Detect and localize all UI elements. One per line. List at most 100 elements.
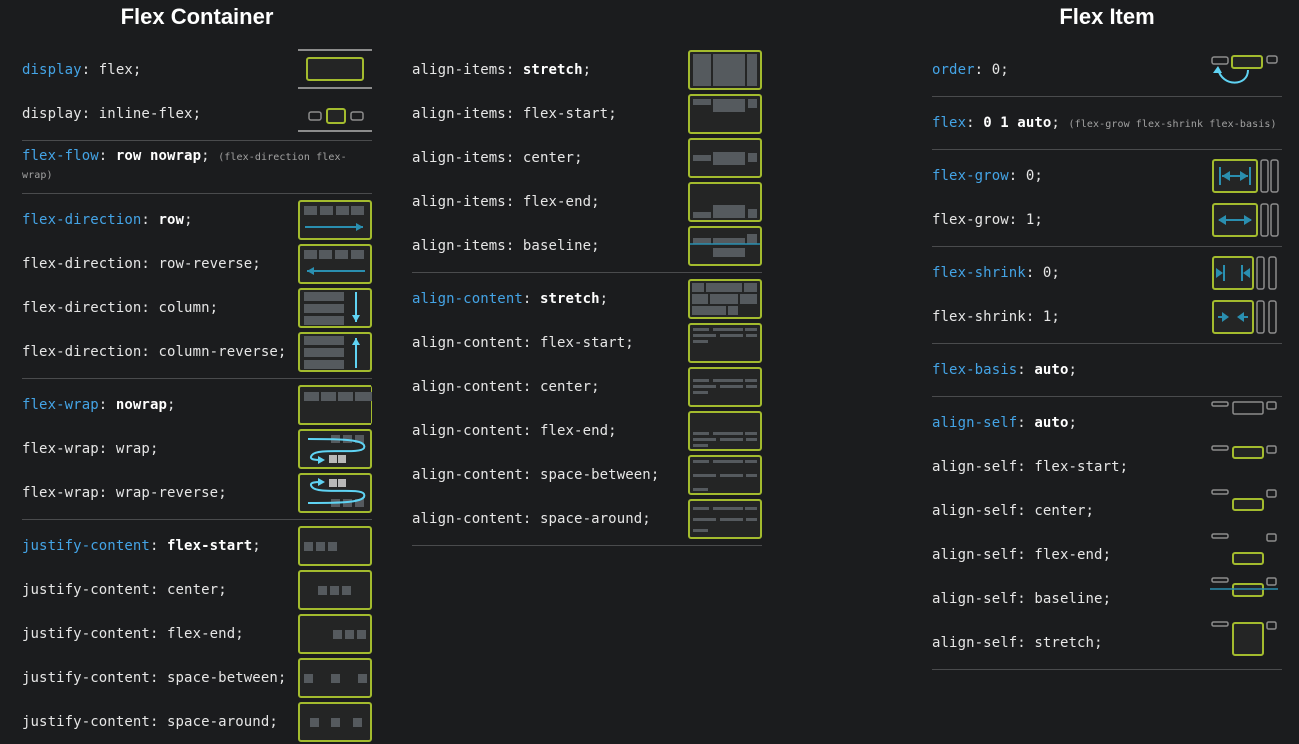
align-self-center-icon [1210, 488, 1280, 524]
css-declaration: align-content: flex-start; [412, 335, 634, 351]
property-value: flex-end [522, 194, 592, 210]
property-row: flex: 0 1 auto; (flex-grow flex-shrink f… [932, 101, 1282, 145]
property-name: flex-flow [22, 148, 99, 164]
property-value: baseline [1034, 591, 1103, 607]
property-value: flex-end [539, 423, 609, 439]
align-self-auto-icon [1210, 400, 1280, 436]
property-name: align-items [412, 150, 506, 166]
property-value: stretch [1034, 635, 1095, 651]
css-declaration: align-self: baseline; [932, 591, 1112, 607]
css-declaration: align-content: stretch; [412, 291, 609, 307]
property-value: stretch [522, 62, 583, 78]
property-name: align-items [412, 62, 506, 78]
align-content-end-icon [688, 411, 762, 451]
property-value: space-between [167, 670, 278, 686]
css-declaration: flex-shrink: 1; [932, 309, 1060, 325]
css-declaration: flex-flow: row nowrap; (flex-direction f… [22, 148, 347, 181]
arrow-left-icon [298, 244, 372, 284]
divider [412, 272, 762, 273]
property-row: flex-basis: auto; [932, 348, 1282, 392]
property-name: align-content [412, 467, 523, 483]
property-value: row nowrap [115, 148, 202, 164]
property-name: align-self [932, 415, 1018, 431]
css-declaration: align-content: space-between; [412, 467, 660, 483]
css-declaration: flex-wrap: wrap-reverse; [22, 485, 227, 501]
flex-shrink-0-icon [1210, 255, 1280, 291]
property-name: align-items [412, 238, 506, 254]
css-declaration: order: 0; [932, 62, 1009, 78]
css-declaration: align-items: stretch; [412, 62, 592, 78]
css-declaration: align-content: space-around; [412, 511, 651, 527]
align-items-baseline-icon [688, 226, 762, 266]
css-declaration: align-content: flex-end; [412, 423, 617, 439]
divider [22, 193, 372, 194]
align-items-end-icon [688, 182, 762, 222]
justify-around-icon [298, 702, 372, 742]
css-declaration: justify-content: flex-start; [22, 538, 261, 554]
css-declaration: flex-direction: row; [22, 212, 193, 228]
css-declaration: display: inline-flex; [22, 106, 202, 122]
justify-between-icon [298, 658, 372, 698]
property-name: flex-grow [932, 168, 1009, 184]
align-content-start-icon [688, 323, 762, 363]
property-name: justify-content [22, 582, 150, 598]
justify-end-icon [298, 614, 372, 654]
property-name: flex-wrap [22, 441, 99, 457]
property-value: flex-start [522, 106, 609, 122]
property-name: align-content [412, 335, 523, 351]
property-value: center [167, 582, 219, 598]
property-name: align-content [412, 291, 523, 307]
property-name: align-items [412, 106, 506, 122]
arrow-right-icon [298, 200, 372, 240]
property-value: inline-flex [98, 106, 193, 122]
property-value: column-reverse [158, 344, 278, 360]
property-value: wrap-reverse [115, 485, 219, 501]
align-content-around-icon [688, 499, 762, 539]
property-value: space-between [539, 467, 651, 483]
align-content-between-icon [688, 455, 762, 495]
property-value: 0 1 auto [983, 115, 1052, 131]
property-value: baseline [522, 238, 592, 254]
property-value: auto [1034, 415, 1069, 431]
property-value: 0 [991, 62, 1001, 78]
divider [932, 96, 1282, 97]
property-value: row [158, 212, 185, 228]
css-declaration: align-items: baseline; [412, 238, 600, 254]
css-declaration: align-items: center; [412, 150, 583, 166]
divider [932, 149, 1282, 150]
css-declaration: flex-direction: column; [22, 300, 219, 316]
property-name: justify-content [22, 538, 150, 554]
property-value: column [158, 300, 210, 316]
css-declaration: display: flex; [22, 62, 142, 78]
css-declaration: flex-grow: 0; [932, 168, 1043, 184]
divider [22, 378, 372, 379]
css-declaration: align-items: flex-end; [412, 194, 600, 210]
property-value: 1 [1042, 309, 1052, 325]
property-value: auto [1034, 362, 1069, 378]
property-name: order [932, 62, 975, 78]
wrap-icon [298, 429, 372, 469]
align-items-center-icon [688, 138, 762, 178]
flex-shrink-1-icon [1210, 299, 1280, 335]
align-items-start-icon [688, 94, 762, 134]
divider [932, 669, 1282, 670]
flex-grow-0-icon [1210, 158, 1280, 194]
divider [932, 343, 1282, 344]
property-value: center [539, 379, 592, 395]
css-declaration: flex-direction: row-reverse; [22, 256, 261, 272]
property-name: flex-grow [932, 212, 1009, 228]
justify-start-icon [298, 526, 372, 566]
property-value: center [1034, 503, 1086, 519]
property-name: align-self [932, 591, 1018, 607]
justify-center-icon [298, 570, 372, 610]
css-declaration: justify-content: space-between; [22, 670, 287, 686]
property-value: 1 [1025, 212, 1035, 228]
property-name: justify-content [22, 714, 150, 730]
property-name: align-self [932, 547, 1018, 563]
css-declaration: justify-content: flex-end; [22, 626, 244, 642]
property-name: align-self [932, 503, 1018, 519]
divider [412, 545, 762, 546]
property-name: flex-wrap [22, 485, 99, 501]
css-declaration: align-items: flex-start; [412, 106, 617, 122]
property-value: wrap [115, 441, 150, 457]
